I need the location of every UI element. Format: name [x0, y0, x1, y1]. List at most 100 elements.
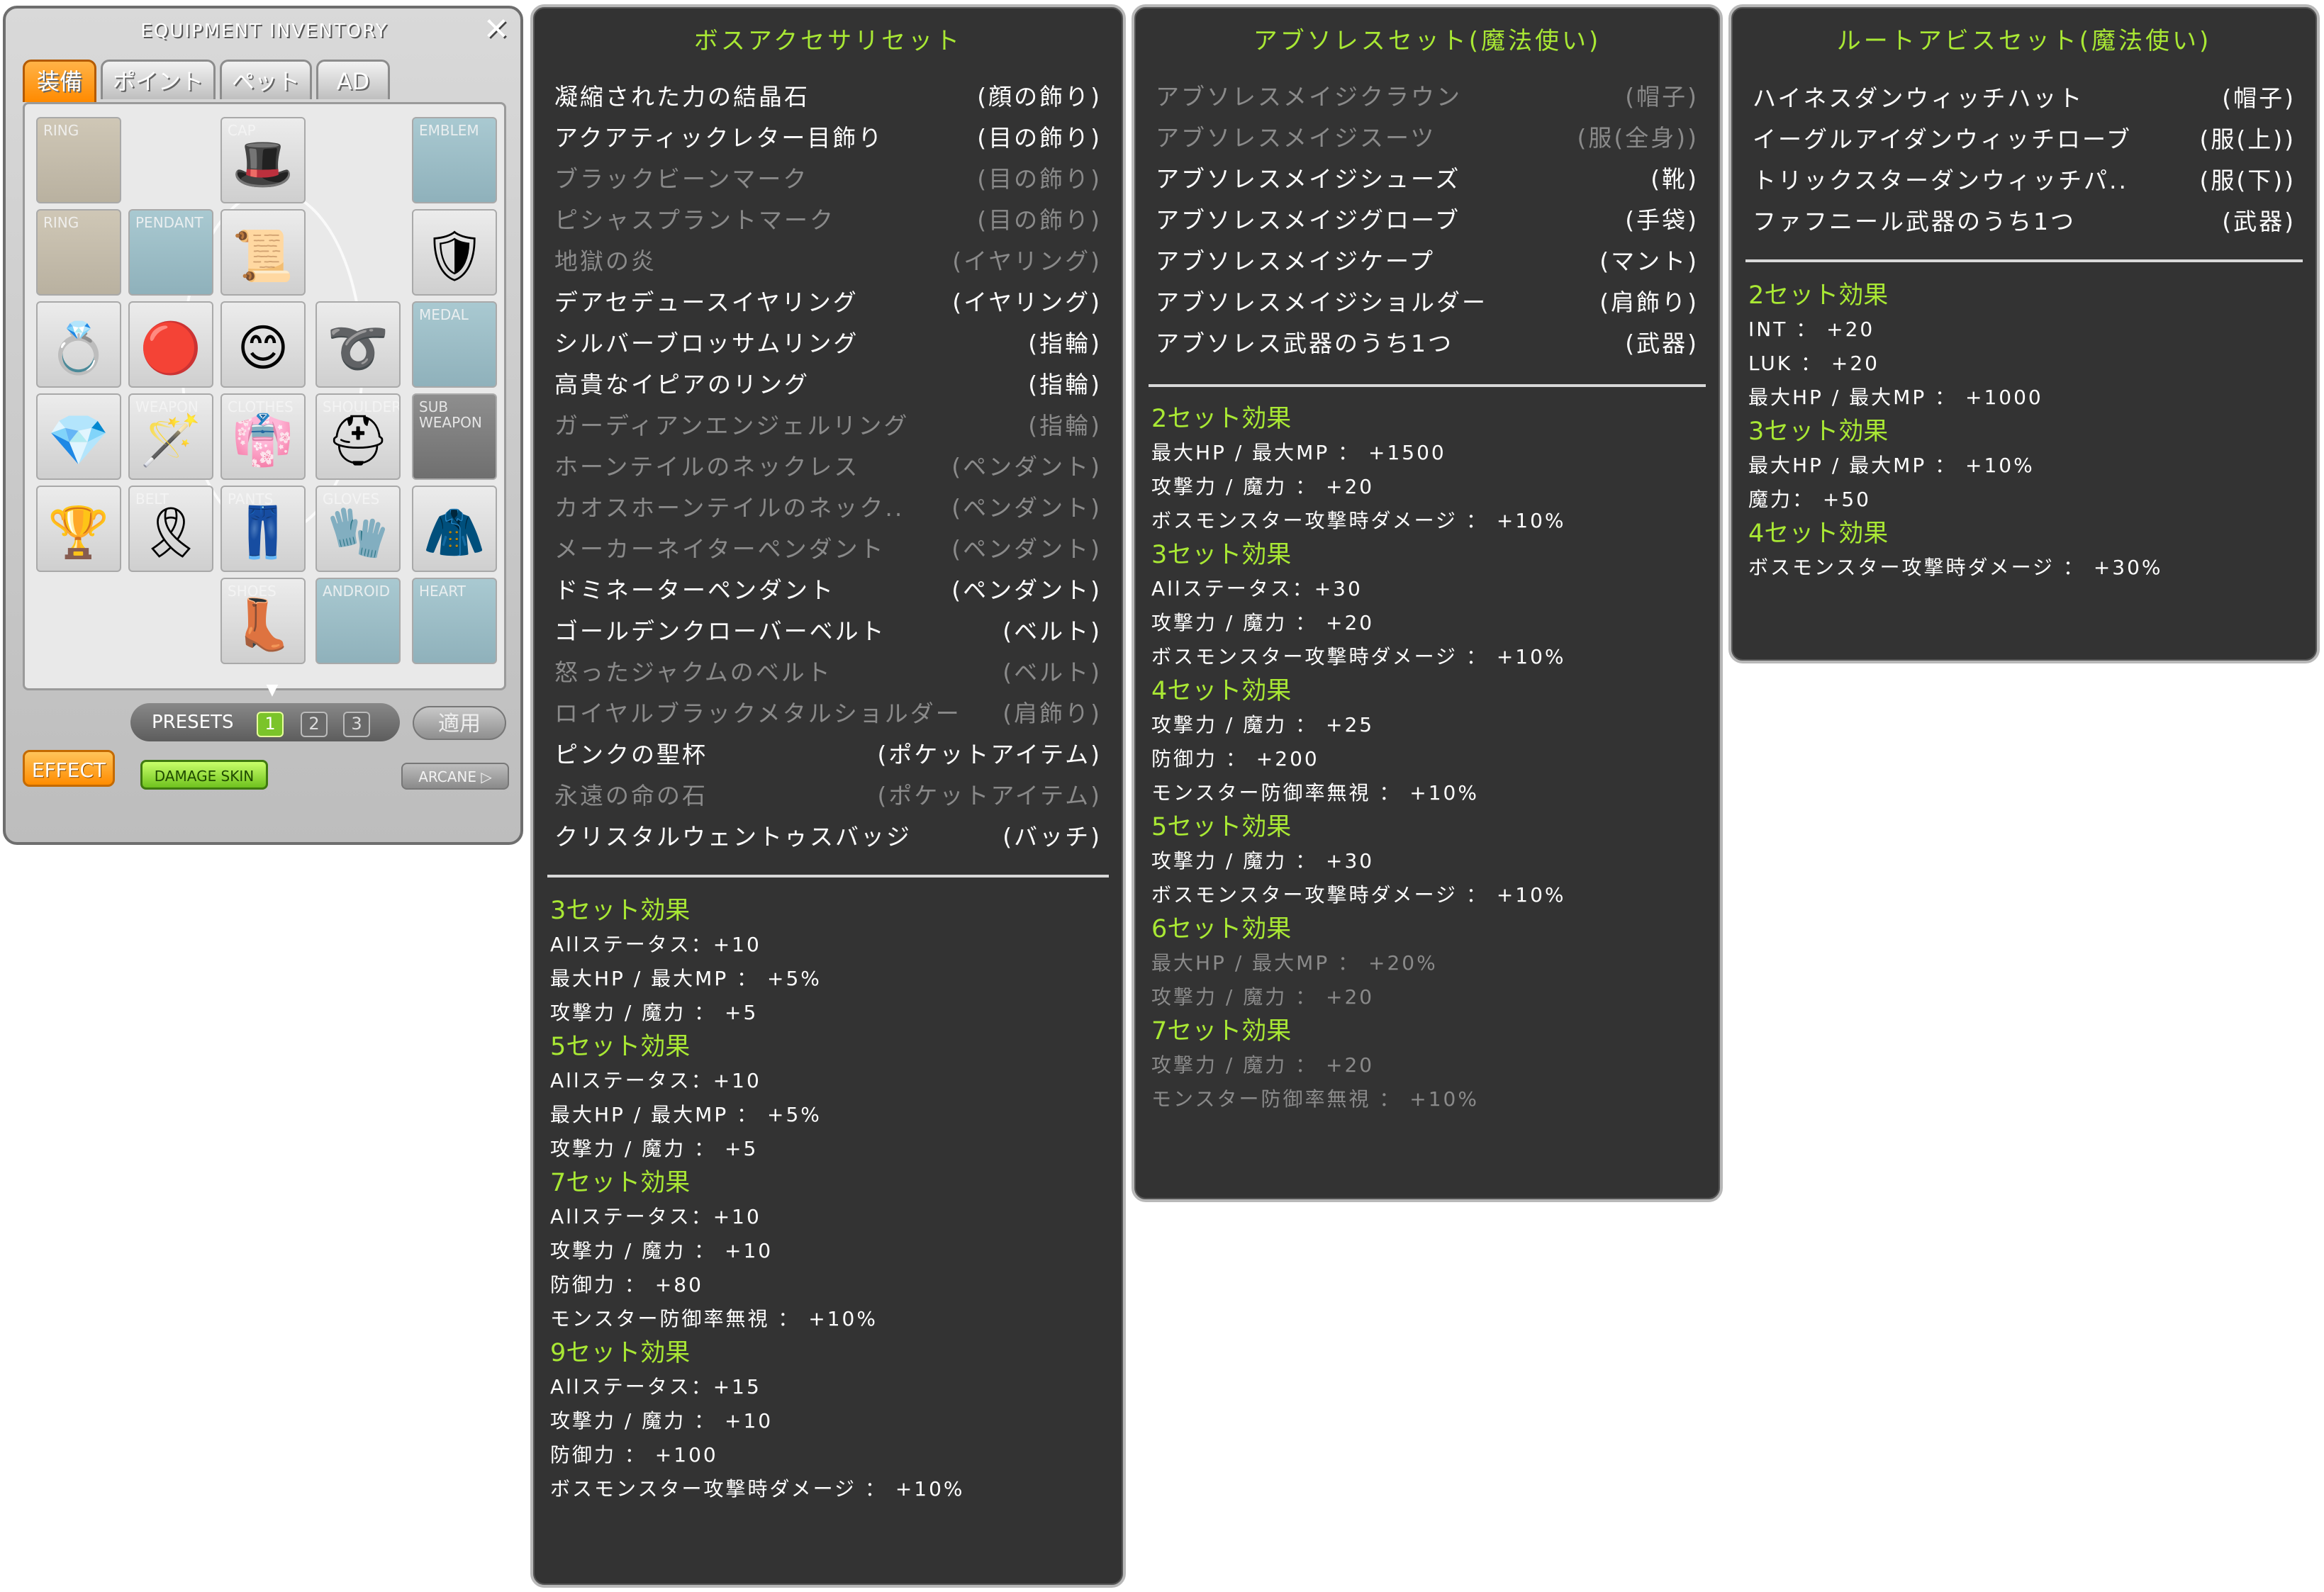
- slot-pendant-2[interactable]: 🔴: [128, 301, 213, 388]
- set-item-slot: (武器): [1625, 330, 1699, 357]
- slot-clothes[interactable]: CLOTHES 👘: [220, 393, 306, 480]
- slot-face-accessory[interactable]: 📜: [220, 209, 306, 296]
- set-item-row: アブソレスメイジクラウン (帽子): [1156, 79, 1699, 115]
- slot-pocket[interactable]: 🏆: [36, 486, 121, 572]
- set-item-slot: (イヤリング): [952, 288, 1102, 316]
- robe-icon: 👘: [232, 410, 294, 469]
- equipment-window: EQUIPMENT INVENTORY ✕ 装備 ポイント ペット AD RIN…: [3, 6, 523, 845]
- slot-medal[interactable]: 🛡: [412, 209, 497, 296]
- set-item-name: メーカーネイターペンダント: [554, 535, 886, 563]
- slot-sub-weapon[interactable]: SUB WEAPON: [412, 393, 497, 480]
- set-item-slot: (帽子): [1625, 83, 1699, 111]
- set-item-row: アブソレスメイジシューズ (靴): [1156, 162, 1699, 197]
- set-effect-heading: 5セット効果: [550, 1033, 691, 1061]
- set-effect-line: 攻撃力 / 魔力 ： +30: [1151, 849, 1375, 873]
- set-item-row: アブソレスメイジグローブ (手袋): [1156, 203, 1699, 238]
- set-item-name: クリスタルウェントゥスバッジ: [554, 823, 912, 851]
- set-effect-line: モンスター防御率無視 ： +10%: [550, 1307, 878, 1330]
- set-item-slot: (目の飾り): [977, 165, 1102, 193]
- set-effect-line: 最大HP / 最大MP ： +10%: [1748, 454, 2035, 477]
- slot-emblem[interactable]: EMBLEM: [412, 117, 497, 203]
- set-effect-line: 最大HP / 最大MP ： +20%: [1151, 951, 1438, 975]
- set-effect-line: 攻撃力 / 魔力 ： +20: [1151, 1053, 1375, 1077]
- set-item-slot: (マント): [1599, 247, 1699, 275]
- set-effect-line: モンスター防御率無視 ： +10%: [1151, 781, 1479, 805]
- earring-icon: 💍: [48, 318, 110, 377]
- set-effect-line: 攻撃力 / 魔力 ： +5: [550, 1001, 759, 1024]
- set-item-name: アブソレスメイジグローブ: [1156, 206, 1461, 234]
- set-item-name: ハイネスダンウィッチハット: [1753, 84, 2084, 112]
- slot-label: SUB WEAPON: [419, 398, 482, 431]
- slot-cape[interactable]: 🧥: [412, 486, 497, 572]
- pants-icon: 👖: [232, 503, 294, 561]
- set-item-row: 高貴なイピアのリング (指輪): [554, 367, 1102, 403]
- red-pendant-icon: 🔴: [140, 318, 202, 377]
- slot-weapon[interactable]: WEAPON 🪄: [128, 393, 213, 480]
- set-effect-line: 防御力 ： +200: [1151, 747, 1319, 770]
- tab-ad[interactable]: AD: [316, 60, 391, 99]
- set-item-name: アブソレスメイジシューズ: [1156, 165, 1461, 193]
- tab-points[interactable]: ポイント: [101, 60, 216, 99]
- arcane-button[interactable]: ARCANE ▷: [401, 763, 509, 790]
- slot-ring-4[interactable]: 💎: [36, 393, 121, 480]
- slot-gloves[interactable]: GLOVES 🧤: [315, 486, 401, 572]
- set-effect-line: Allステータス：+15: [550, 1375, 761, 1398]
- slot-ring-3[interactable]: ➰: [315, 301, 401, 388]
- set-item-name: トリックスターダンウィッチパ..: [1753, 167, 2128, 194]
- set-item-name: ピンクの聖杯: [554, 741, 708, 768]
- slot-label: PENDANT: [135, 214, 203, 231]
- slot-medal-2[interactable]: MEDAL: [412, 301, 497, 388]
- set-item-name: ロイヤルブラックメタルショルダー: [554, 700, 961, 727]
- slot-label: MEDAL: [419, 306, 469, 323]
- set-effect-line: LUK ： +20: [1748, 352, 1879, 375]
- preset-2-button[interactable]: 2: [301, 712, 328, 737]
- set-effect-heading: 2セット効果: [1151, 405, 1292, 433]
- slot-android[interactable]: ANDROID: [315, 578, 401, 664]
- set-item-name: アクアティックレター目飾り: [554, 124, 884, 152]
- tab-pet[interactable]: ペット: [220, 60, 313, 99]
- effect-button[interactable]: EFFECT: [23, 750, 115, 787]
- set-effect-heading: 7セット効果: [1151, 1017, 1292, 1046]
- set-item-name: ファフニール武器のうち1つ: [1753, 208, 2076, 235]
- set-item-name: ガーディアンエンジェルリング: [554, 412, 910, 439]
- preset-1-button[interactable]: 1: [257, 712, 284, 737]
- slot-ring-1[interactable]: RING: [36, 117, 121, 203]
- slot-belt[interactable]: BELT 🎗: [128, 486, 213, 572]
- set-item-slot: (指輪): [1028, 330, 1102, 357]
- slot-pants[interactable]: PANTS 👖: [220, 486, 306, 572]
- set-item-slot: (手袋): [1625, 206, 1699, 234]
- set-item-row: アブソレスメイジスーツ (服(全身)): [1156, 120, 1699, 156]
- set-item-name: デアセデュースイヤリング: [554, 288, 859, 316]
- slot-heart[interactable]: HEART: [412, 578, 497, 664]
- set-item-row: ドミネーターペンダント (ペンダント): [554, 573, 1102, 608]
- tab-equip[interactable]: 装備: [23, 60, 96, 102]
- slot-shoulder[interactable]: SHOULDER ⛑: [315, 393, 401, 480]
- window-title: EQUIPMENT INVENTORY: [140, 21, 389, 42]
- slot-badge[interactable]: 😊: [220, 301, 306, 388]
- slot-label: RING: [43, 214, 79, 231]
- absolab-set-tooltip: アブソレスセット(魔法使い) アブソレスメイジクラウン (帽子) アブソレスメイジス…: [1132, 4, 1723, 1202]
- slot-pendant[interactable]: PENDANT: [128, 209, 213, 296]
- set-item-name: 怒ったジャクムのベルト: [554, 658, 832, 686]
- set-item-slot: (イヤリング): [952, 247, 1102, 275]
- set-item-slot: (ポケットアイテム): [877, 782, 1102, 809]
- slot-earring[interactable]: 💍: [36, 301, 121, 388]
- set-effect-heading: 4セット効果: [1151, 677, 1292, 705]
- set-effect-line: 攻撃力 / 魔力 ： +25: [1151, 713, 1375, 736]
- set-item-name: アブソレスメイジケープ: [1156, 247, 1436, 275]
- close-icon[interactable]: ✕: [479, 14, 513, 45]
- silver-ring-icon: ➰: [327, 318, 389, 377]
- apply-button[interactable]: 適用: [413, 706, 506, 740]
- crystal-card-icon: 📜: [232, 226, 294, 285]
- set-item-name: 凝縮された力の結晶石: [554, 83, 810, 111]
- slot-ring-2[interactable]: RING: [36, 209, 121, 296]
- set-effect-line: 防御力 ： +100: [550, 1443, 718, 1467]
- set-item-row: ファフニール武器のうち1つ (武器): [1753, 204, 2296, 240]
- set-item-row: デアセデュースイヤリング (イヤリング): [554, 285, 1102, 320]
- slot-shoes[interactable]: SHOES 👢: [220, 578, 306, 664]
- damage-skin-button[interactable]: DAMAGE SKIN: [140, 760, 268, 790]
- set-item-row: トリックスターダンウィッチパ.. (服(下)): [1753, 163, 2296, 198]
- preset-3-button[interactable]: 3: [343, 712, 370, 737]
- slot-cap[interactable]: CAP 🎩: [220, 117, 306, 203]
- set-effect-line: 攻撃力 / 魔力 ： +20: [1151, 985, 1375, 1009]
